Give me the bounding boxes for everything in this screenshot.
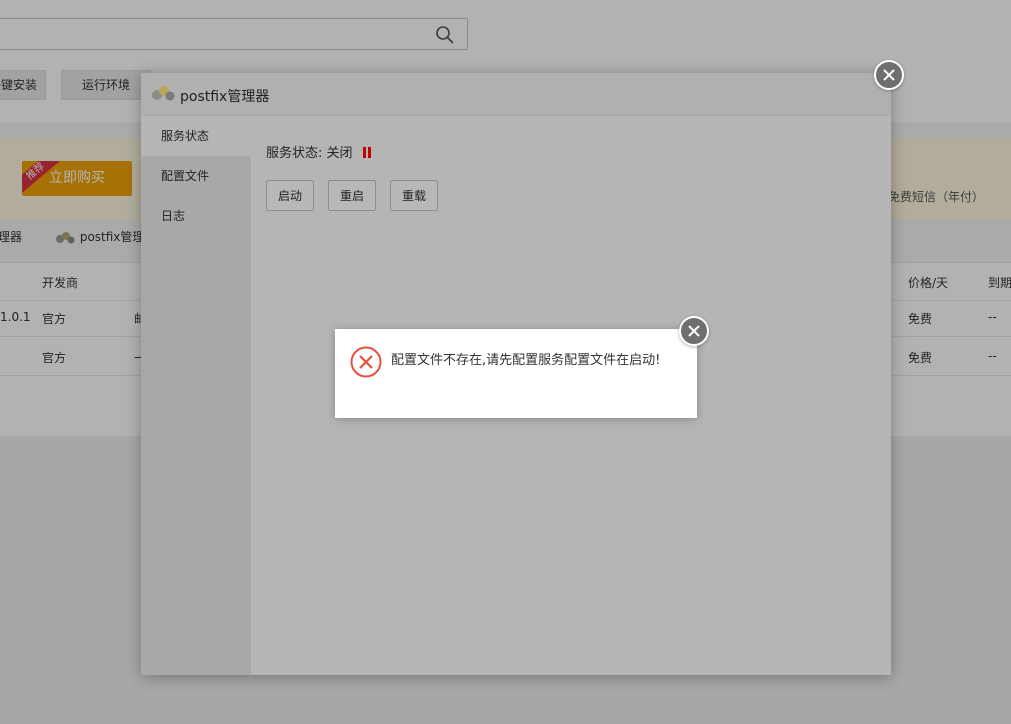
- service-status: 服务状态: 关闭: [266, 142, 372, 161]
- dialog-title: postfix管理器: [180, 89, 270, 105]
- error-circle-icon: [350, 346, 382, 378]
- dialog-header: postfix管理器: [141, 73, 891, 116]
- sidebar-item-log[interactable]: 日志: [141, 196, 251, 236]
- message-close-button[interactable]: [679, 316, 709, 346]
- pause-icon: [362, 147, 372, 158]
- start-button[interactable]: 启动: [266, 180, 315, 211]
- dialog-close-button[interactable]: [874, 60, 904, 90]
- error-message-text: 配置文件不存在,请先配置服务配置文件在启动!: [391, 353, 661, 368]
- dialog-sidebar: 服务状态 配置文件 日志: [141, 116, 251, 675]
- reload-button[interactable]: 重载: [390, 180, 439, 211]
- close-icon: [688, 325, 700, 337]
- sidebar-item-config-file[interactable]: 配置文件: [141, 156, 251, 196]
- sidebar-item-service-status[interactable]: 服务状态: [141, 116, 251, 156]
- postfix-logo-icon: [152, 86, 175, 101]
- service-status-label: 服务状态: 关闭: [266, 146, 353, 161]
- error-message-box: 配置文件不存在,请先配置服务配置文件在启动!: [335, 329, 697, 418]
- close-icon: [883, 69, 895, 81]
- restart-button[interactable]: 重启: [328, 180, 377, 211]
